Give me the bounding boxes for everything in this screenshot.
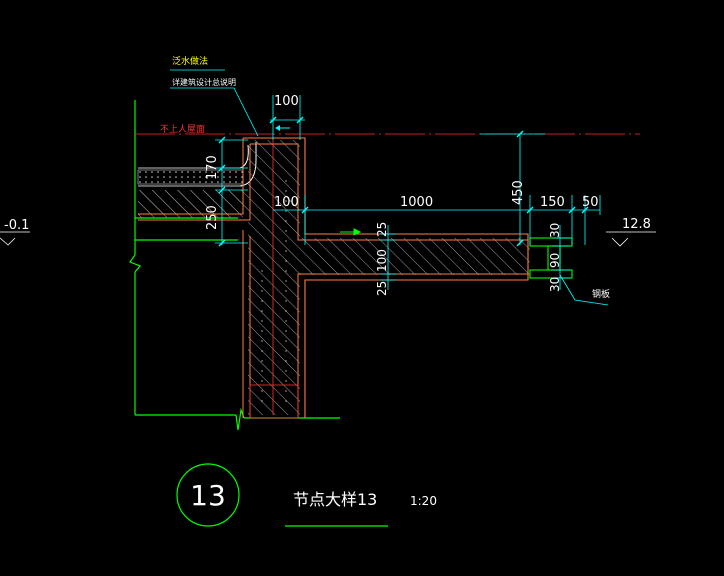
dim-plate-top: 30 bbox=[548, 223, 562, 238]
detail-name: 节点大样13 bbox=[293, 490, 377, 509]
detail-scale: 1:20 bbox=[410, 494, 437, 508]
level-symbol-left bbox=[0, 231, 30, 246]
detail-title-block: 13 节点大样13 1:20 bbox=[176, 463, 437, 527]
dim-lip-thickness: 50 bbox=[582, 195, 599, 210]
dim-slab-upper: 25 bbox=[375, 222, 389, 237]
detail-number: 13 bbox=[190, 479, 226, 512]
dim-lip-width: 150 bbox=[540, 195, 565, 210]
note-no-roof-access: 不上人屋面 bbox=[160, 124, 205, 135]
note-waterproof: 泛水做法 bbox=[172, 55, 208, 67]
insulation-layer bbox=[137, 169, 244, 185]
dim-wall-drop: 250 bbox=[205, 205, 220, 230]
steel-plate-top bbox=[529, 237, 573, 247]
dim-curb-height: 170 bbox=[205, 155, 220, 180]
note-steel-plate: 钢板 bbox=[592, 288, 610, 300]
detail-drawing-canvas: 泛水做法 详建筑设计总说明 不上人屋面 钢板 -0.1 12.8 100 170… bbox=[0, 55, 656, 527]
note-see-spec: 详建筑设计总说明 bbox=[172, 77, 236, 87]
dim-slab: 100 bbox=[375, 249, 389, 272]
level-symbol-right bbox=[606, 231, 656, 247]
level-left: -0.1 bbox=[4, 218, 29, 233]
dim-top-width: 100 bbox=[274, 94, 299, 109]
dim-cantilever: 1000 bbox=[400, 195, 433, 210]
level-right: 12.8 bbox=[622, 217, 651, 232]
left-break-symbol bbox=[129, 254, 141, 273]
dim-slab-lower: 25 bbox=[375, 281, 389, 296]
dim-plate-mid: 90 bbox=[548, 253, 562, 268]
dim-plate-bottom: 30 bbox=[548, 277, 562, 292]
dim-left-offset: 100 bbox=[274, 195, 299, 210]
waterproof-upturn bbox=[239, 144, 249, 169]
dim-gutter-depth: 450 bbox=[511, 180, 526, 205]
